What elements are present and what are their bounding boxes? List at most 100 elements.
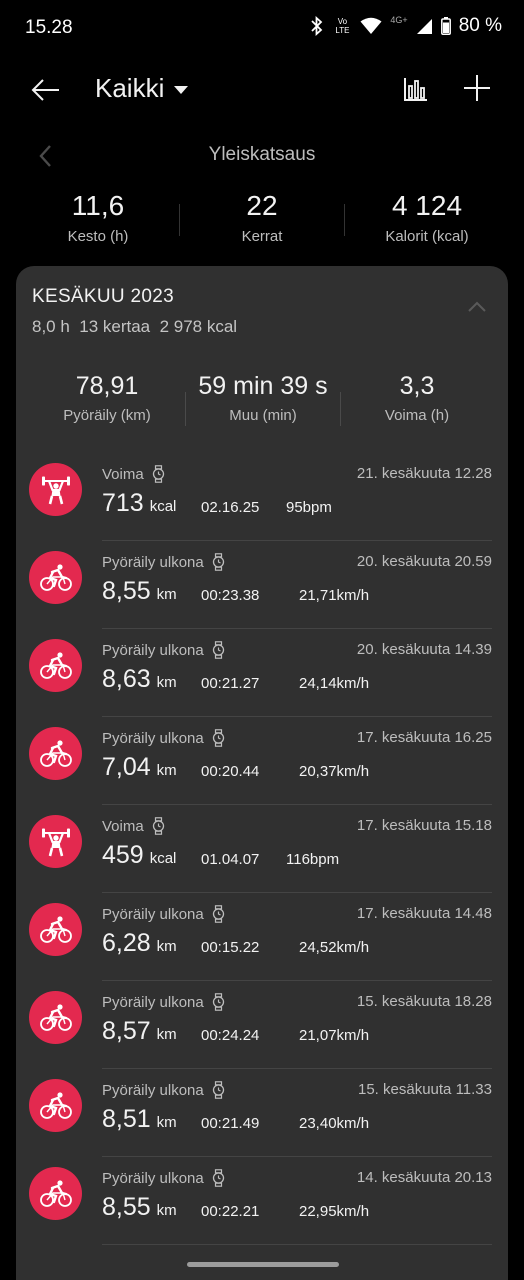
network-label: 4G+ [390, 15, 408, 25]
activity-type-label: Pyöräily ulkona [102, 1169, 204, 1187]
total-value: 22 [246, 190, 278, 221]
battery-percentage: 80 % [458, 15, 502, 36]
activity-unit: km [156, 586, 177, 603]
activity-duration: 00:22.21 [201, 1203, 260, 1220]
activity-row[interactable]: Voima 17. kesäkuuta 15.18 459 kcal 01.04.07 1… [16, 805, 508, 893]
activity-value: 8,51 [102, 1105, 151, 1133]
activity-type-label: Pyöräily ulkona [102, 993, 204, 1011]
activity-duration: 00:15.22 [201, 939, 260, 956]
cycling-icon [29, 1167, 82, 1220]
activity-unit: km [156, 1114, 177, 1131]
home-indicator[interactable] [187, 1262, 339, 1267]
activity-main-value: 8,57 km [102, 1017, 177, 1046]
activity-extra: 24,52km/h [299, 939, 370, 956]
cycling-icon [29, 991, 82, 1044]
status-bar: 15.28 Vo LTE 4G+ 80 % [0, 0, 524, 56]
activity-row[interactable]: Pyöräily ulkona 20. kesäkuuta 14.39 8,63 km… [16, 629, 508, 717]
wifi-icon [360, 17, 382, 35]
watch-icon [212, 553, 224, 571]
activity-type-label: Pyöräily ulkona [102, 641, 204, 659]
activity-extra: 21,07km/h [299, 1027, 370, 1044]
activity-main-value: 8,51 km [102, 1105, 177, 1134]
activity-main-value: 8,55 km [102, 1193, 177, 1222]
activity-date: 20. kesäkuuta 14.39 [356, 641, 492, 658]
total-value: 11,6 [71, 190, 125, 221]
activity-date: 15. kesäkuuta 18.28 [356, 993, 492, 1010]
activity-extra: 95bpm [286, 499, 332, 516]
activity-row[interactable]: Voima 21. kesäkuuta 12.28 713 kcal 02.16.25 9… [16, 453, 508, 541]
activity-type: Pyöräily ulkona [102, 905, 225, 923]
activity-duration: 00:21.49 [201, 1115, 260, 1132]
month-title: KESÄKUU 2023 [32, 286, 174, 307]
row-divider [102, 1244, 492, 1245]
activity-unit: km [156, 1202, 177, 1219]
activity-extra: 24,14km/h [299, 675, 370, 692]
activity-row[interactable]: Pyöräily ulkona 15. kesäkuuta 11.33 8,51 km… [16, 1069, 508, 1157]
summary-strength: 3,3 Voima (h) [342, 372, 492, 424]
cycling-icon [29, 727, 82, 780]
activity-duration: 02.16.25 [201, 499, 260, 516]
activity-row[interactable]: Pyöräily ulkona 17. kesäkuuta 14.48 6,28 km… [16, 893, 508, 981]
volte-icon: Vo LTE [335, 17, 350, 35]
activity-unit: km [156, 938, 177, 955]
activity-date: 21. kesäkuuta 12.28 [356, 465, 492, 482]
summary-cycling: 78,91 Pyöräily (km) [32, 372, 182, 424]
activity-extra: 21,71km/h [299, 587, 370, 604]
month-summary: 78,91 Pyöräily (km) 59 min 39 s Muu (min… [16, 372, 508, 436]
caret-down-icon [174, 86, 189, 94]
activity-value: 459 [102, 841, 144, 869]
summary-value: 59 min 39 s [198, 372, 328, 400]
activity-type: Pyöräily ulkona [102, 729, 225, 747]
activity-date: 20. kesäkuuta 20.59 [356, 553, 492, 570]
summary-label: Muu (min) [229, 407, 297, 424]
summary-label: Voima (h) [384, 407, 450, 424]
weightlifting-icon [29, 815, 82, 868]
totals-row: 11,6 Kesto (h) 22 Kerrat 4 124 Kalorit (… [0, 190, 524, 250]
activity-type-label: Voima [102, 817, 144, 835]
activity-main-value: 7,04 km [102, 753, 177, 782]
activity-type-label: Pyöräily ulkona [102, 905, 204, 923]
activity-value: 8,55 [102, 577, 151, 605]
total-label: Kesto (h) [67, 228, 129, 245]
activity-type: Pyöräily ulkona [102, 1081, 225, 1099]
plus-icon [464, 75, 490, 101]
activity-date: 17. kesäkuuta 14.48 [356, 905, 492, 922]
activity-type-label: Pyöräily ulkona [102, 553, 204, 571]
activity-filter-dropdown[interactable]: Kaikki [95, 73, 189, 104]
activity-extra: 23,40km/h [299, 1115, 370, 1132]
activity-row[interactable]: Pyöräily ulkona 15. kesäkuuta 18.28 8,57 km… [16, 981, 508, 1069]
activity-type: Pyöräily ulkona [102, 993, 225, 1011]
overview-title: Yleiskatsaus [208, 144, 316, 165]
activity-date: 14. kesäkuuta 20.13 [356, 1169, 492, 1186]
signal-icon [416, 18, 433, 35]
add-activity-button[interactable] [461, 72, 493, 104]
status-icons: Vo LTE 4G+ 80 % [310, 15, 502, 37]
activity-type-label: Pyöräily ulkona [102, 1081, 204, 1099]
activity-duration: 00:20.44 [201, 763, 260, 780]
activity-type: Pyöräily ulkona [102, 553, 225, 571]
activity-date: 15. kesäkuuta 11.33 [358, 1081, 492, 1098]
back-button[interactable] [30, 74, 62, 106]
watch-icon [212, 1169, 224, 1187]
activity-duration: 00:23.38 [201, 587, 260, 604]
total-label: Kalorit (kcal) [385, 228, 469, 245]
cycling-icon [29, 903, 82, 956]
statistics-button[interactable] [401, 74, 431, 104]
activity-extra: 20,37km/h [299, 763, 370, 780]
activity-value: 8,55 [102, 1193, 151, 1221]
activity-duration: 01.04.07 [201, 851, 260, 868]
collapse-button[interactable] [468, 300, 486, 312]
activity-unit: km [156, 762, 177, 779]
total-sessions: 22 Kerrat [177, 190, 347, 245]
activity-type: Voima [102, 465, 165, 483]
cycling-icon [29, 1079, 82, 1132]
watch-icon [212, 729, 224, 747]
month-subtitle: 8,0 h 13 kertaa 2 978 kcal [32, 317, 238, 336]
month-card: KESÄKUU 2023 8,0 h 13 kertaa 2 978 kcal … [16, 266, 508, 1280]
watch-icon [212, 641, 224, 659]
activity-row[interactable]: Pyöräily ulkona 17. kesäkuuta 16.25 7,04 km… [16, 717, 508, 805]
total-calories: 4 124 Kalorit (kcal) [342, 190, 512, 245]
activity-row[interactable]: Pyöräily ulkona 20. kesäkuuta 20.59 8,55 km… [16, 541, 508, 629]
activity-row[interactable]: Pyöräily ulkona 14. kesäkuuta 20.13 8,55 km… [16, 1157, 508, 1245]
weightlifting-icon [29, 463, 82, 516]
